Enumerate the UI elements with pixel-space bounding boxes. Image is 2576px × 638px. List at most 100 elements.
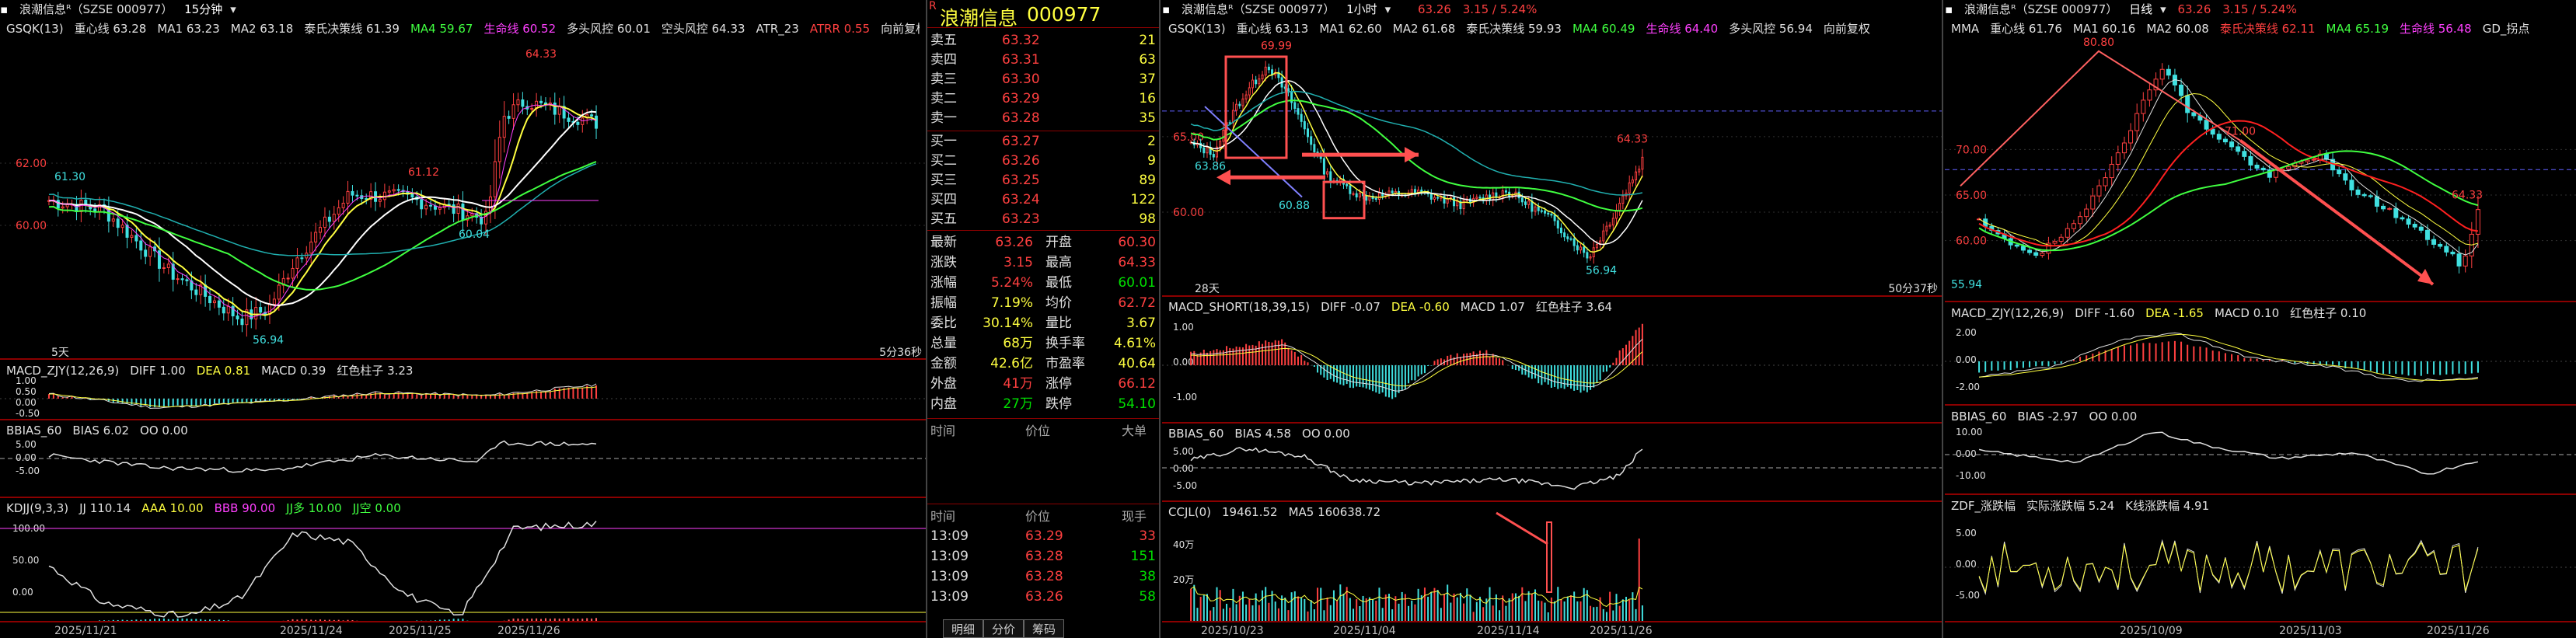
candle-body (1355, 193, 1358, 198)
y-tick: -10.00 (1956, 470, 1986, 481)
candle-body (2286, 166, 2292, 170)
tick-price: 63.28 (1025, 569, 1063, 584)
y-tick: 0.00 (1956, 559, 1977, 570)
candle-body (208, 295, 212, 304)
legend-item: 红色柱子 3.23 (337, 364, 414, 378)
stat-row: 内盘 27万 跌停 54.10 (927, 395, 1159, 414)
candle-body (461, 203, 465, 221)
x-date: 2025/11/26 (2427, 625, 2490, 637)
candle-body (1631, 179, 1634, 183)
x-date: 2025/11/14 (1477, 625, 1540, 637)
candle-body (2248, 155, 2253, 166)
legend-item: OO 0.00 (140, 424, 188, 438)
ma-line-yellow (1190, 71, 1643, 253)
candle-body (1222, 129, 1225, 142)
candle-body (2222, 138, 2228, 143)
candle-body (2368, 195, 2373, 197)
candle-body (346, 190, 350, 204)
price-label: 61.12 (408, 166, 439, 179)
candle-body (1219, 141, 1222, 148)
chart-pane-1hour[interactable]: ▪ 浪潮信息ᴿ（SZSE 000977） 1小时 ▾ 63.26 3.15 / 5… (1162, 0, 1943, 638)
ask-price: 63.30 (1002, 71, 1040, 87)
y-tick: -1.00 (1173, 392, 1197, 403)
y-tick: 0.50 (16, 386, 37, 397)
chart-pane-15min[interactable]: ▪ 浪潮信息ᴿ（SZSE 000977） 15分钟 ▾ GSQK(13) 重心线 6… (0, 0, 927, 638)
candle-body (222, 306, 225, 314)
candle-body (567, 117, 571, 122)
legend-item: MACD_ZJY(12,26,9) (6, 364, 120, 378)
candle-body (332, 214, 336, 222)
tab-0[interactable]: 明细 (943, 619, 984, 638)
ticks-header: 时间 价位 现手 (927, 507, 1159, 526)
candle-body (1258, 78, 1261, 85)
candle-body (286, 277, 290, 280)
tick-time: 13:09 (930, 589, 969, 605)
stat-label: 金额 (930, 356, 957, 371)
legend-item: 红色柱子 0.10 (2290, 306, 2367, 320)
candle-body (378, 199, 382, 202)
y-tick: -5.00 (16, 465, 40, 476)
candle-body (1349, 185, 1352, 194)
ask-level: 卖三 (930, 71, 957, 87)
candle-body (1238, 103, 1241, 106)
candle-body (2020, 246, 2026, 251)
candle-body (1212, 154, 1215, 158)
col-time: 时间 (930, 424, 956, 438)
candle-body (420, 199, 424, 210)
candle-body (1293, 102, 1297, 110)
chart-canvas[interactable]: 62.00 60.00 64.33 61.12 61.30 60.04 56.94 5天 5分3… (0, 0, 927, 638)
x-date: 2025/11/04 (1333, 625, 1396, 637)
legend-item: 实际涨跌幅 5.24 (2026, 499, 2115, 513)
candle-body (1453, 197, 1456, 207)
candle-body (1566, 236, 1569, 239)
y-tick: 0.00 (16, 452, 37, 463)
bid-volume: 9 (1147, 153, 1156, 169)
kdj-line (48, 521, 597, 618)
stat-label: 振幅 (930, 295, 957, 311)
candle-body (319, 227, 323, 233)
candle-body (2400, 217, 2405, 220)
candle-body (1261, 75, 1264, 80)
macd-legend: MACD_ZJY(12,26,9) DIFF -1.60 DEA -1.65 MACD… (1951, 305, 2570, 322)
chart-pane-daily[interactable]: ▪ 浪潮信息ᴿ（SZSE 000977） 日线 ▾ 63.26 3.15 / 5.… (1945, 0, 2576, 638)
candle-body (1297, 108, 1300, 115)
candle-body (2058, 236, 2064, 242)
tab-2[interactable]: 筹码 (1024, 619, 1065, 638)
stat-row: 总量 68万 换手率 4.61% (927, 334, 1159, 354)
candle-body (1413, 189, 1416, 193)
col-time: 时间 (930, 509, 956, 524)
candle-body (2216, 134, 2222, 140)
x-date: 2025/11/26 (1590, 625, 1653, 637)
candle-body (2052, 240, 2058, 244)
tick-row: 13:09 63.26 58 (927, 587, 1159, 607)
candle-body (144, 249, 148, 257)
y-tick: 5.00 (1956, 528, 1977, 539)
legend-item: DEA 0.81 (196, 364, 251, 378)
ask-volume: 21 (1139, 33, 1156, 48)
bid-price: 63.24 (1002, 192, 1040, 207)
candle-body (1374, 197, 1377, 200)
ask-row: 卖五 63.32 21 (927, 31, 1159, 51)
y-tick: 40万 (1173, 539, 1194, 550)
legend-item: BBB 90.00 (214, 501, 276, 515)
stat-label: 市盈率 (1045, 356, 1085, 371)
tab-1[interactable]: 分价 (983, 619, 1024, 638)
col-price: 价位 (1025, 509, 1051, 524)
legend-item: MACD_SHORT(18,39,15) (1168, 300, 1311, 314)
candle-body (2406, 218, 2411, 225)
legend-item: AAA 10.00 (141, 501, 204, 515)
candle-body (240, 318, 244, 326)
ask-volume: 37 (1139, 71, 1156, 87)
candle-body (254, 307, 258, 319)
price-label: 71.00 (2225, 126, 2256, 138)
x-date: 2025/11/03 (2279, 625, 2342, 637)
candle-body (2456, 253, 2462, 267)
legend-item: BIAS 4.58 (1234, 427, 1292, 441)
legend-item: JJ空 0.00 (352, 501, 401, 515)
ma1-line (1978, 79, 2479, 256)
candle-body (1346, 183, 1349, 187)
chart-canvas[interactable]: 65.00 60.00 69.99 64.33 63.86 60.88 56.94 28天 50… (1162, 0, 1943, 638)
candle-body (1618, 203, 1621, 211)
candle-body (1391, 190, 1394, 193)
candle-body (2179, 84, 2184, 96)
